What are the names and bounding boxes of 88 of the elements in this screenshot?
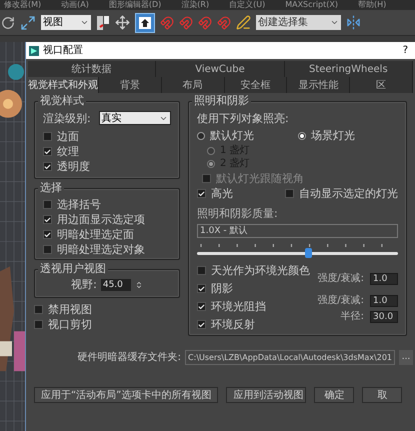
menu-item[interactable]: 图形编辑器(D) — [108, 0, 162, 10]
checkbox[interactable] — [43, 200, 52, 209]
radio-label: 默认灯光 — [210, 129, 254, 142]
checkbox[interactable] — [43, 147, 52, 156]
checkbox[interactable] — [43, 245, 52, 254]
browse-button[interactable]: ... — [399, 350, 413, 365]
dialog-button[interactable]: 应用到活动视图 — [226, 387, 306, 403]
check-icon — [198, 320, 205, 328]
value-field[interactable]: 1.0 — [370, 294, 398, 306]
cache-folder-field[interactable]: C:\Users\LZB\AppData\Local\Autodesk\3dsMax\201 — [185, 350, 395, 365]
checkbox-label: 天光作为环境光颜色 — [211, 264, 310, 277]
check-icon — [198, 302, 205, 310]
checkbox-label: 纹理 — [57, 145, 79, 158]
checkbox[interactable] — [285, 189, 294, 198]
checkbox-label: 透明度 — [57, 160, 90, 173]
quality-field[interactable]: 1.0X - 默认 — [197, 224, 398, 238]
snap-toggle-button[interactable] — [135, 12, 155, 32]
dialog-button[interactable]: 确定 — [314, 387, 354, 403]
checkbox-label: 禁用视图 — [48, 303, 92, 316]
checkbox-label: 用边面显示选定项 — [57, 213, 145, 226]
arrow-up-icon — [139, 16, 151, 28]
checkbox[interactable] — [197, 320, 206, 329]
checkbox[interactable] — [197, 302, 206, 311]
selection-set-dropdown[interactable]: 创建选择集 — [256, 15, 341, 30]
checkbox-label: 自动显示选定的灯光 — [299, 187, 398, 200]
check-icon — [198, 190, 205, 198]
checkbox[interactable] — [43, 162, 52, 171]
rotate-icon[interactable] — [1, 16, 15, 30]
group-title: 透视用户视图 — [38, 262, 108, 276]
dialog-button[interactable]: 取 — [362, 387, 402, 403]
chevron-down-icon — [330, 18, 339, 27]
checkbox[interactable] — [43, 215, 52, 224]
checkbox-label: 视口剪切 — [48, 318, 92, 331]
menu-item[interactable]: 自定义(U) — [229, 0, 266, 10]
dialog-button[interactable]: 应用于“活动布局”选项卡中的所有视图 — [34, 387, 218, 403]
radio-label: 场景灯光 — [311, 129, 355, 142]
slider-thumb[interactable] — [304, 248, 312, 258]
window-title: 视口配置 — [43, 44, 83, 57]
menu-item[interactable]: MAXScript(X) — [285, 0, 338, 10]
scale-icon[interactable] — [20, 14, 36, 30]
radio-button[interactable] — [298, 132, 306, 140]
checkbox[interactable] — [43, 132, 52, 141]
app-icon — [29, 46, 39, 56]
mirror-icon[interactable] — [346, 15, 361, 30]
quality-slider[interactable] — [197, 248, 398, 258]
checkbox-label: 默认灯光跟随视角 — [216, 172, 304, 185]
checkbox-label: 明暗处理选定对象 — [57, 243, 145, 256]
help-button[interactable]: ? — [402, 44, 408, 57]
checkbox[interactable] — [43, 230, 52, 239]
checkbox-label: 选择括号 — [57, 198, 101, 211]
menu-item[interactable]: 渲染(R) — [181, 0, 210, 10]
pen-icon[interactable] — [236, 15, 251, 30]
section-label: 使用下列对象照亮: — [197, 112, 290, 125]
tab[interactable]: 视觉样式和外观 — [28, 77, 99, 93]
field-label: 强度/衰减: — [317, 272, 364, 285]
checkbox-label: 环境反射 — [211, 318, 255, 331]
checkbox[interactable] — [34, 305, 43, 314]
checkbox[interactable] — [197, 284, 206, 293]
group-title: 选择 — [38, 181, 64, 195]
move-icon[interactable] — [115, 15, 130, 30]
field-label: 半径: — [340, 310, 364, 323]
radio-button[interactable] — [197, 132, 205, 140]
value-field[interactable]: 30.0 — [370, 310, 398, 322]
checkbox-label: 高光 — [211, 187, 233, 200]
view-dropdown[interactable]: 视图 — [41, 15, 91, 30]
checkbox[interactable] — [197, 189, 206, 198]
menu-item[interactable]: 帮助(H) — [358, 0, 386, 10]
field-label: 渲染级别: — [43, 112, 91, 124]
value-field[interactable]: 1.0 — [370, 272, 398, 284]
fov-field[interactable]: 45.0 — [100, 278, 131, 290]
pivot-icon[interactable] — [96, 14, 110, 30]
checkbox-label: 环境光阻挡 — [211, 300, 266, 313]
section-label: 照明和阴影质量: — [197, 207, 279, 220]
menu-item[interactable]: 修改器(M) — [4, 0, 42, 10]
menu-item[interactable]: 动画(A) — [61, 0, 89, 10]
render-level-dropdown[interactable]: 真实 — [98, 111, 171, 125]
field-label: 硬件明暗器缓存文件夹: — [78, 351, 182, 364]
checkbox-label: 边面 — [57, 130, 79, 143]
checkbox[interactable] — [34, 320, 43, 329]
chevron-down-icon — [80, 18, 89, 27]
group-title: 视觉样式 — [38, 94, 86, 108]
checkbox-label: 明暗处理选定面 — [57, 228, 134, 241]
field-label: 视野: — [71, 278, 97, 291]
group-title: 照明和阴影 — [192, 94, 251, 108]
check-icon — [198, 284, 205, 292]
field-label: 强度/衰减: — [317, 294, 364, 307]
checkbox[interactable] — [197, 266, 206, 275]
checkbox-label: 阴影 — [211, 282, 233, 295]
